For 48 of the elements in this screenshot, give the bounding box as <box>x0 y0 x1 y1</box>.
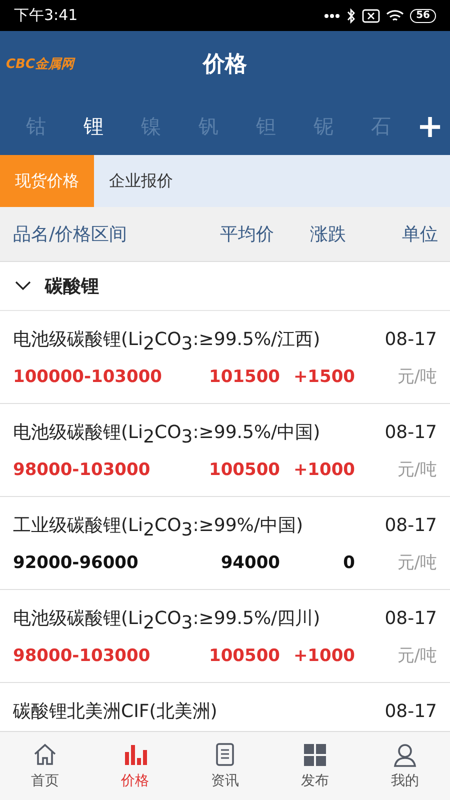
price-date: 08-17 <box>384 701 437 722</box>
average-price: 94000 <box>220 552 280 573</box>
person-icon <box>392 742 418 768</box>
battery-icon: 56 <box>410 8 436 22</box>
nav-tab[interactable]: 首页 <box>0 732 90 800</box>
product-name: 碳酸锂北美洲CIF(北美洲) <box>13 700 218 723</box>
average-price: 100500 <box>208 646 280 666</box>
sub-tab[interactable]: 企业报价 <box>94 155 188 207</box>
bar-chart-icon <box>122 742 148 768</box>
add-button[interactable]: + <box>410 107 450 145</box>
price-range: 98000-103000 <box>13 460 152 480</box>
metal-tab[interactable]: 锂 <box>64 112 122 140</box>
nav-tab[interactable]: 资讯 <box>180 732 270 800</box>
home-icon <box>32 742 58 768</box>
price-range: 100000-103000 <box>13 366 163 387</box>
price-change: +1000 <box>292 460 355 480</box>
price-range: 92000-96000 <box>13 552 140 573</box>
price-date: 08-17 <box>384 422 437 443</box>
nav-tab[interactable]: 我的 <box>360 732 450 800</box>
price-date: 08-17 <box>384 515 437 536</box>
price-date: 08-17 <box>384 608 437 629</box>
grid-icon <box>302 742 328 768</box>
page-title: 价格 <box>203 51 247 79</box>
price-date: 08-17 <box>384 329 437 350</box>
bluetooth-icon <box>346 8 356 24</box>
price-unit: 元/吨 <box>396 366 437 388</box>
column-header: 单位 <box>402 223 438 246</box>
column-header: 涨跌 <box>310 223 347 246</box>
column-header: 品名/价格区间 <box>13 223 128 246</box>
price-change: +1000 <box>292 646 355 666</box>
average-price: 100500 <box>208 460 280 480</box>
section-header[interactable]: 碳酸锂 <box>0 262 450 311</box>
average-price: 101500 <box>208 366 280 387</box>
nav-tab[interactable]: 价格 <box>90 732 180 800</box>
more-dots-icon <box>324 12 340 18</box>
column-header: 平均价 <box>220 223 275 246</box>
logo: CBC金属网 <box>6 56 74 73</box>
price-change: 0 <box>342 552 355 573</box>
price-unit: 元/吨 <box>396 458 437 481</box>
price-unit: 元/吨 <box>396 644 437 667</box>
sim-icon <box>362 8 380 22</box>
price-unit: 元/吨 <box>396 552 437 574</box>
wifi-icon <box>386 8 404 22</box>
clock-time: 下午3:41 <box>14 6 78 25</box>
price-range: 98000-103000 <box>13 646 152 666</box>
price-change: +1500 <box>292 366 355 387</box>
nav-tab[interactable]: 发布 <box>270 732 360 800</box>
section-title: 碳酸锂 <box>45 275 99 298</box>
